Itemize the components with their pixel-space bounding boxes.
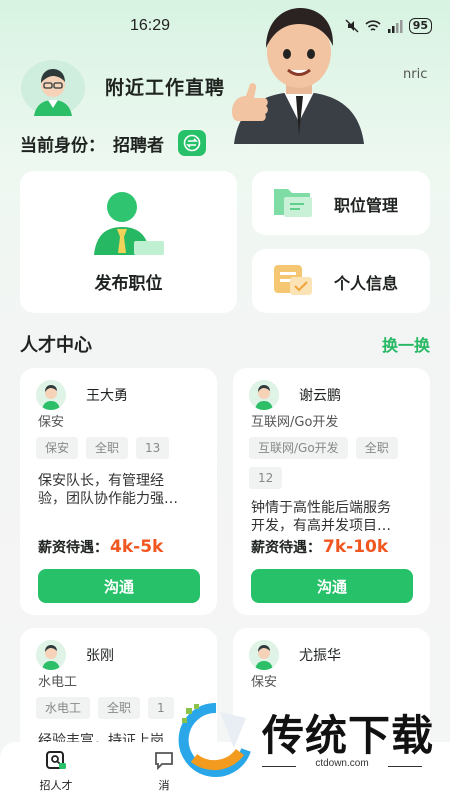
talent-avatar xyxy=(249,380,279,410)
talent-card[interactable]: 王大勇 保安 保安 全职 13 保安队长，有管理经 验，团队协作能力强… 薪资待… xyxy=(20,368,217,615)
talent-role: 水电工 xyxy=(38,675,78,690)
profile-doc-icon xyxy=(274,265,312,295)
talent-description: 保安队长，有管理经 验，团队协作能力强… xyxy=(38,472,178,508)
talent-tag: 水电工 xyxy=(36,697,91,719)
signal-icon xyxy=(387,19,403,33)
talent-tag: 全职 xyxy=(98,697,141,719)
contact-button[interactable]: 沟通 xyxy=(251,569,413,603)
talent-salary: 薪资待遇： 4k-5k xyxy=(38,537,163,557)
salary-label: 薪资待遇： xyxy=(251,540,321,556)
talent-tag: 全职 xyxy=(355,437,398,459)
watermark-line-right xyxy=(388,766,422,767)
job-management-card[interactable]: 职位管理 xyxy=(252,171,430,235)
folder-icon xyxy=(274,189,312,217)
talent-tag: 互联网/Go开发 xyxy=(249,437,348,459)
talent-tag: 保安 xyxy=(36,437,79,459)
job-management-label: 职位管理 xyxy=(334,196,399,215)
talent-description-line: 保安队长，有管理经 xyxy=(38,473,164,489)
switch-icon xyxy=(183,134,201,152)
talent-role: 保安 xyxy=(38,415,65,430)
talent-name: 尤振华 xyxy=(299,648,341,664)
talent-avatar xyxy=(36,640,66,670)
talent-card[interactable]: 谢云鹏 互联网/Go开发 互联网/Go开发 全职 12 钟情于高性能后端服务 开… xyxy=(233,368,430,615)
recruit-icon xyxy=(46,751,66,769)
switch-role-button[interactable] xyxy=(178,130,206,156)
header-side-text: nric xyxy=(403,67,428,82)
talent-tags: 保安 全职 13 xyxy=(36,437,207,459)
publish-job-icon xyxy=(94,192,164,255)
mascot-illustration xyxy=(232,8,364,144)
salary-amount: 7k-10k xyxy=(323,537,389,557)
talent-avatar xyxy=(36,380,66,410)
personal-info-card[interactable]: 个人信息 xyxy=(252,249,430,313)
talent-tag: 1 xyxy=(148,697,174,719)
talent-tags: 互联网/Go开发 全职 12 xyxy=(249,437,420,489)
recruiter-avatar[interactable] xyxy=(20,60,86,116)
watermark-brand: 传统下载 xyxy=(262,711,435,760)
talent-tag: 12 xyxy=(249,467,283,489)
personal-info-label: 个人信息 xyxy=(334,274,399,293)
talent-name: 张刚 xyxy=(86,648,114,664)
talent-description-line: 钟情于高性能后端服务 xyxy=(251,500,391,516)
watermark: 传统下载 ctdown.com xyxy=(176,700,438,780)
page-title: 附近工作直聘 xyxy=(105,77,226,99)
talent-avatar xyxy=(249,640,279,670)
talent-salary: 薪资待遇： 7k-10k xyxy=(251,537,388,557)
refresh-button[interactable]: 换一换 xyxy=(382,332,430,356)
role-line: 当前身份： 招聘者 xyxy=(20,130,206,156)
salary-amount: 4k-5k xyxy=(110,537,164,557)
message-icon xyxy=(155,752,173,771)
talent-name: 王大勇 xyxy=(86,388,128,404)
battery-indicator: 95 xyxy=(408,18,432,34)
watermark-logo xyxy=(178,702,251,777)
publish-job-label: 发布职位 xyxy=(94,274,163,294)
publish-job-card[interactable]: 发布职位 xyxy=(20,171,237,313)
talent-tag: 13 xyxy=(136,437,170,459)
watermark-url: ctdown.com xyxy=(315,758,369,769)
status-time: 16:29 xyxy=(130,17,171,34)
contact-button[interactable]: 沟通 xyxy=(38,569,200,603)
talent-tag: 全职 xyxy=(86,437,129,459)
talent-role: 互联网/Go开发 xyxy=(251,415,339,430)
role-value: 招聘者 xyxy=(113,135,164,156)
talent-description-line: 验，团队协作能力强… xyxy=(38,491,178,507)
talent-description-line: 开发，有高并发项目… xyxy=(251,518,391,534)
talent-name: 谢云鹏 xyxy=(299,388,341,404)
talent-role: 保安 xyxy=(251,675,278,690)
nav-item-recruit-label: 招人才 xyxy=(39,779,73,792)
talent-center-title: 人才中心 xyxy=(20,335,92,356)
role-label: 当前身份： xyxy=(20,135,105,156)
nav-item-recruit[interactable]: 招人才 xyxy=(26,750,86,793)
salary-label: 薪资待遇： xyxy=(38,540,108,556)
talent-description: 钟情于高性能后端服务 开发，有高并发项目… xyxy=(251,499,391,535)
